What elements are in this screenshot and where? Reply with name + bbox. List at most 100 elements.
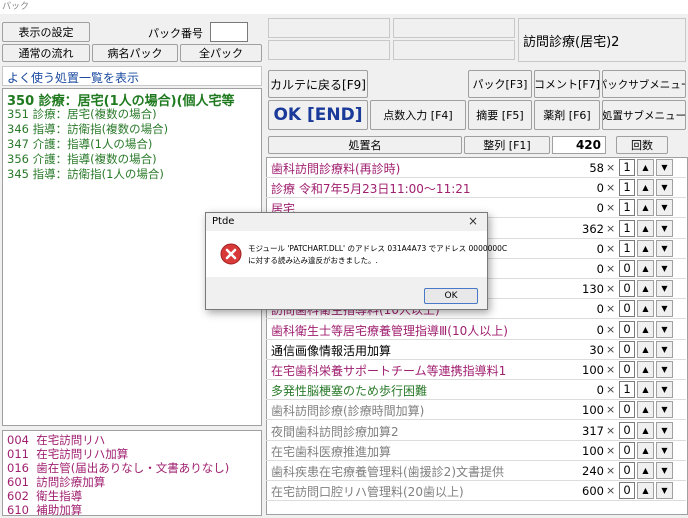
procedure-points: 0 bbox=[596, 383, 604, 398]
pack-number-label: パック番号 bbox=[148, 27, 203, 40]
list-item[interactable]: 347 介護：指導(1人の場合) bbox=[7, 136, 152, 152]
procedure-name: 歯科衛生士等居宅療養管理指導Ⅲ(10人以上) bbox=[271, 323, 508, 338]
increment-arrow-icon[interactable]: ▲ bbox=[637, 300, 654, 318]
increment-arrow-icon[interactable]: ▲ bbox=[637, 340, 654, 358]
table-row[interactable]: 通信画像情報活用加算 30 × 0 ▲ ▼ bbox=[266, 340, 686, 360]
quantity-field[interactable]: 0 bbox=[619, 300, 635, 318]
decrement-arrow-icon[interactable]: ▼ bbox=[656, 361, 673, 378]
quantity-field[interactable]: 0 bbox=[619, 441, 635, 459]
item-code: 016 bbox=[7, 461, 29, 475]
times-sign: × bbox=[606, 342, 616, 356]
window-title: パック bbox=[0, 0, 688, 14]
decrement-arrow-icon[interactable]: ▼ bbox=[656, 482, 673, 500]
decrement-arrow-icon[interactable]: ▼ bbox=[656, 462, 673, 479]
table-row[interactable]: 在宅歯科医療推進加算 100 × 0 ▲ ▼ bbox=[266, 441, 686, 461]
decrement-arrow-icon[interactable]: ▼ bbox=[656, 159, 673, 176]
table-row[interactable]: 在宅訪問口腔リハ管理料(20歯以上) 600 × 0 ▲ ▼ bbox=[266, 481, 686, 502]
table-row[interactable]: 夜間歯科訪問診療加算2 317 × 0 ▲ ▼ bbox=[266, 421, 686, 441]
count-header[interactable]: 回数 bbox=[616, 136, 668, 154]
quantity-field[interactable]: 0 bbox=[619, 462, 635, 479]
increment-arrow-icon[interactable]: ▲ bbox=[637, 320, 654, 338]
column-name-header[interactable]: 処置名 bbox=[268, 136, 462, 154]
table-row[interactable]: 歯科疾患在宅療養管理料(歯援診2)文書提供 240 × 0 ▲ ▼ bbox=[266, 461, 686, 481]
close-icon[interactable]: × bbox=[468, 214, 478, 228]
quantity-field[interactable]: 1 bbox=[619, 199, 635, 217]
tab-disease-pack[interactable]: 病名パック bbox=[92, 44, 178, 62]
list-item[interactable]: 351 診療：居宅(複数の場合) bbox=[7, 106, 157, 122]
back-to-chart-button[interactable]: カルテに戻る[F9] bbox=[268, 70, 368, 98]
table-row[interactable]: 在宅歯科栄養サポートチーム等連携指導料1 100 × 0 ▲ ▼ bbox=[266, 360, 686, 380]
increment-arrow-icon[interactable]: ▲ bbox=[637, 441, 654, 459]
display-settings-button[interactable]: 表示の設定 bbox=[2, 22, 90, 42]
decrement-arrow-icon[interactable]: ▼ bbox=[656, 381, 673, 399]
quantity-field[interactable]: 0 bbox=[619, 340, 635, 358]
procedure-name: 診療 令和7年5月23日11:00～11:21 bbox=[271, 182, 471, 197]
list-item[interactable]: 345 指導：訪衛指(1人の場合) bbox=[7, 166, 164, 182]
quantity-field[interactable]: 0 bbox=[619, 361, 635, 378]
list-item[interactable]: 610 補助加算 bbox=[7, 502, 82, 515]
increment-arrow-icon[interactable]: ▲ bbox=[637, 421, 654, 439]
decrement-arrow-icon[interactable]: ▼ bbox=[656, 179, 673, 197]
sort-button[interactable]: 整列 [F1] bbox=[464, 136, 550, 154]
increment-arrow-icon[interactable]: ▲ bbox=[637, 179, 654, 197]
pack-button[interactable]: パック[F3] bbox=[468, 70, 532, 98]
increment-arrow-icon[interactable]: ▲ bbox=[637, 462, 654, 479]
table-row[interactable]: 診療 令和7年5月23日11:00～11:21 0 × 1 ▲ ▼ bbox=[266, 178, 686, 199]
medicine-button[interactable]: 薬剤 [F6] bbox=[534, 100, 600, 130]
increment-arrow-icon[interactable]: ▲ bbox=[637, 260, 654, 277]
tab-normal-flow[interactable]: 通常の流れ bbox=[2, 44, 90, 62]
page-title: 訪問診療(居宅)2 bbox=[518, 18, 686, 62]
quantity-field[interactable]: 0 bbox=[619, 401, 635, 419]
quantity-field[interactable]: 1 bbox=[619, 381, 635, 399]
decrement-arrow-icon[interactable]: ▼ bbox=[656, 300, 673, 318]
decrement-arrow-icon[interactable]: ▼ bbox=[656, 320, 673, 338]
increment-arrow-icon[interactable]: ▲ bbox=[637, 280, 654, 298]
dialog-ok-button[interactable]: OK bbox=[424, 288, 478, 304]
list-item[interactable]: 356 介護：指導(複数の場合) bbox=[7, 151, 157, 167]
pack-number-input[interactable] bbox=[210, 22, 248, 42]
score-input-button[interactable]: 点数入力 [F4] bbox=[370, 100, 466, 130]
increment-arrow-icon[interactable]: ▲ bbox=[637, 381, 654, 399]
table-row[interactable]: 多発性脳梗塞のため歩行困難 0 × 1 ▲ ▼ bbox=[266, 380, 686, 401]
times-sign: × bbox=[606, 383, 616, 397]
procedure-submenu-button[interactable]: 処置サブメニュー bbox=[602, 100, 686, 130]
comment-button[interactable]: コメント[F7] bbox=[534, 70, 600, 98]
quantity-field[interactable]: 1 bbox=[619, 179, 635, 197]
table-row[interactable]: 歯科訪問診療(診療時間加算) 100 × 0 ▲ ▼ bbox=[266, 400, 686, 421]
increment-arrow-icon[interactable]: ▲ bbox=[637, 239, 654, 257]
quantity-field[interactable]: 0 bbox=[619, 280, 635, 298]
item-code: 011 bbox=[7, 447, 29, 461]
quantity-field[interactable]: 1 bbox=[619, 219, 635, 237]
quantity-field[interactable]: 0 bbox=[619, 260, 635, 277]
ok-button[interactable]: OK [END] bbox=[268, 100, 368, 130]
increment-arrow-icon[interactable]: ▲ bbox=[637, 482, 654, 500]
decrement-arrow-icon[interactable]: ▼ bbox=[656, 239, 673, 257]
quantity-field[interactable]: 0 bbox=[619, 482, 635, 500]
decrement-arrow-icon[interactable]: ▼ bbox=[656, 280, 673, 298]
increment-arrow-icon[interactable]: ▲ bbox=[637, 219, 654, 237]
tab-all-pack[interactable]: 全パック bbox=[180, 44, 262, 62]
quantity-field[interactable]: 1 bbox=[619, 239, 635, 257]
decrement-arrow-icon[interactable]: ▼ bbox=[656, 260, 673, 277]
table-row[interactable]: 歯科訪問診療料(再診時) 58 × 1 ▲ ▼ bbox=[266, 158, 686, 178]
procedure-points: 362 bbox=[582, 221, 604, 236]
table-row[interactable]: 歯科衛生士等居宅療養管理指導Ⅲ(10人以上) 0 × 0 ▲ ▼ bbox=[266, 320, 686, 340]
decrement-arrow-icon[interactable]: ▼ bbox=[656, 421, 673, 439]
quantity-field[interactable]: 0 bbox=[619, 320, 635, 338]
increment-arrow-icon[interactable]: ▲ bbox=[637, 199, 654, 217]
decrement-arrow-icon[interactable]: ▼ bbox=[656, 219, 673, 237]
decrement-arrow-icon[interactable]: ▼ bbox=[656, 199, 673, 217]
pack-submenu-button[interactable]: パックサブメニュー bbox=[602, 70, 686, 98]
decrement-arrow-icon[interactable]: ▼ bbox=[656, 401, 673, 419]
quantity-field[interactable]: 0 bbox=[619, 421, 635, 439]
summary-button[interactable]: 摘要 [F5] bbox=[468, 100, 532, 130]
dialog-body: モジュール 'PATCHART.DLL' のアドレス 031A4A73 でアドレ… bbox=[206, 231, 507, 277]
increment-arrow-icon[interactable]: ▲ bbox=[637, 401, 654, 419]
increment-arrow-icon[interactable]: ▲ bbox=[637, 361, 654, 378]
list-item[interactable]: 346 指導：訪衛指(複数の場合) bbox=[7, 121, 168, 137]
quantity-field[interactable]: 1 bbox=[619, 159, 635, 176]
decrement-arrow-icon[interactable]: ▼ bbox=[656, 340, 673, 358]
decrement-arrow-icon[interactable]: ▼ bbox=[656, 441, 673, 459]
increment-arrow-icon[interactable]: ▲ bbox=[637, 159, 654, 176]
common-procedures-link[interactable]: よく使う処置一覧を表示 bbox=[2, 66, 262, 86]
